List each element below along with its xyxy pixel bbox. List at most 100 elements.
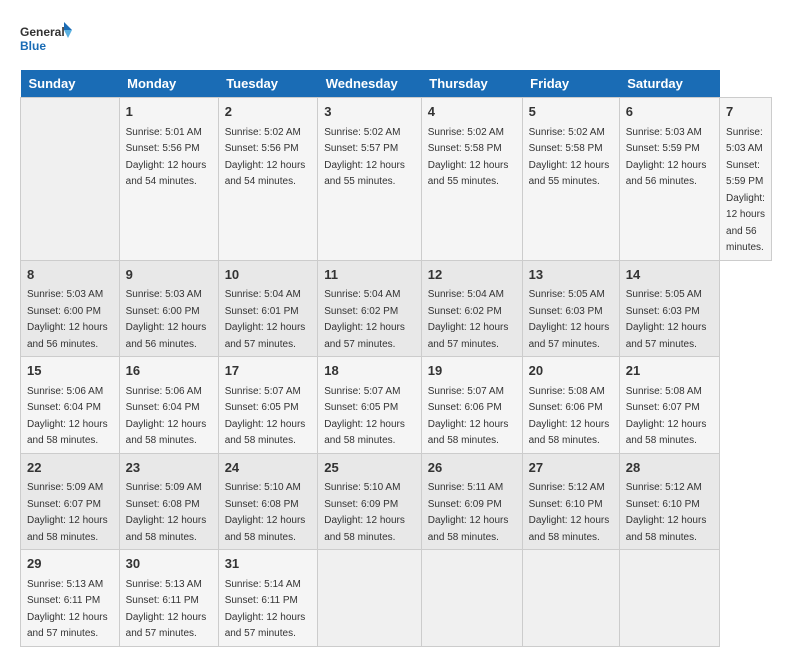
logo: General Blue: [20, 20, 75, 60]
sunrise-info: Sunrise: 5:03 AM: [626, 127, 702, 138]
day-number: 18: [324, 361, 415, 381]
sunrise-info: Sunrise: 5:05 AM: [529, 289, 605, 300]
sunrise-info: Sunrise: 5:02 AM: [225, 127, 301, 138]
sunset-info: Sunset: 5:57 PM: [324, 143, 398, 154]
daylight-info: Daylight: 12 hours: [27, 515, 108, 526]
sunrise-info: Sunrise: 5:07 AM: [428, 386, 504, 397]
calendar-cell: 24 Sunrise: 5:10 AM Sunset: 6:08 PM Dayl…: [218, 453, 318, 550]
sunset-info: Sunset: 6:02 PM: [324, 306, 398, 317]
daylight-info: Daylight: 12 hours: [225, 612, 306, 623]
calendar-cell: 31 Sunrise: 5:14 AM Sunset: 6:11 PM Dayl…: [218, 550, 318, 647]
weekday-header: Sunday: [21, 70, 120, 98]
calendar-body: 1 Sunrise: 5:01 AM Sunset: 5:56 PM Dayli…: [21, 98, 772, 647]
sunset-info: Sunset: 6:07 PM: [27, 499, 101, 510]
calendar-cell: 7 Sunrise: 5:03 AM Sunset: 5:59 PM Dayli…: [720, 98, 772, 261]
calendar-cell: 4 Sunrise: 5:02 AM Sunset: 5:58 PM Dayli…: [421, 98, 522, 261]
day-number: 19: [428, 361, 516, 381]
sunset-info: Sunset: 6:10 PM: [626, 499, 700, 510]
weekday-header: Friday: [522, 70, 619, 98]
calendar-table: SundayMondayTuesdayWednesdayThursdayFrid…: [20, 70, 772, 647]
sunrise-info: Sunrise: 5:03 AM: [126, 289, 202, 300]
calendar-week-row: 15 Sunrise: 5:06 AM Sunset: 6:04 PM Dayl…: [21, 357, 772, 454]
daylight-info: Daylight: 12 hours: [225, 160, 306, 171]
daylight-info: Daylight: 12 hours: [428, 322, 509, 333]
day-number: 6: [626, 102, 713, 122]
calendar-cell: 22 Sunrise: 5:09 AM Sunset: 6:07 PM Dayl…: [21, 453, 120, 550]
day-number: 21: [626, 361, 713, 381]
sunset-info: Sunset: 6:09 PM: [428, 499, 502, 510]
calendar-cell: 29 Sunrise: 5:13 AM Sunset: 6:11 PM Dayl…: [21, 550, 120, 647]
sunrise-info: Sunrise: 5:08 AM: [529, 386, 605, 397]
logo-svg: General Blue: [20, 20, 75, 60]
weekday-header: Wednesday: [318, 70, 422, 98]
daylight-minutes: and 58 minutes.: [626, 435, 697, 446]
day-number: 7: [726, 102, 765, 122]
sunset-info: Sunset: 6:06 PM: [529, 402, 603, 413]
calendar-cell: 13 Sunrise: 5:05 AM Sunset: 6:03 PM Dayl…: [522, 260, 619, 357]
daylight-info: Daylight: 12 hours: [225, 419, 306, 430]
sunrise-info: Sunrise: 5:14 AM: [225, 579, 301, 590]
day-number: 1: [126, 102, 212, 122]
daylight-minutes: and 58 minutes.: [126, 532, 197, 543]
sunrise-info: Sunrise: 5:05 AM: [626, 289, 702, 300]
sunrise-info: Sunrise: 5:08 AM: [626, 386, 702, 397]
daylight-minutes: and 58 minutes.: [225, 532, 296, 543]
day-number: 20: [529, 361, 613, 381]
day-number: 14: [626, 265, 713, 285]
header: General Blue: [20, 20, 772, 60]
daylight-minutes: and 57 minutes.: [428, 339, 499, 350]
sunrise-info: Sunrise: 5:09 AM: [27, 482, 103, 493]
sunset-info: Sunset: 5:56 PM: [225, 143, 299, 154]
daylight-minutes: and 56 minutes.: [27, 339, 98, 350]
svg-text:General: General: [20, 25, 65, 39]
daylight-minutes: and 58 minutes.: [626, 532, 697, 543]
weekday-header: Tuesday: [218, 70, 318, 98]
day-number: 29: [27, 554, 113, 574]
sunset-info: Sunset: 6:04 PM: [27, 402, 101, 413]
calendar-cell: 2 Sunrise: 5:02 AM Sunset: 5:56 PM Dayli…: [218, 98, 318, 261]
day-number: 16: [126, 361, 212, 381]
day-number: 11: [324, 265, 415, 285]
daylight-info: Daylight: 12 hours: [324, 419, 405, 430]
calendar-cell: 5 Sunrise: 5:02 AM Sunset: 5:58 PM Dayli…: [522, 98, 619, 261]
calendar-cell: 28 Sunrise: 5:12 AM Sunset: 6:10 PM Dayl…: [619, 453, 719, 550]
calendar-week-row: 29 Sunrise: 5:13 AM Sunset: 6:11 PM Dayl…: [21, 550, 772, 647]
daylight-info: Daylight: 12 hours: [626, 515, 707, 526]
day-number: 17: [225, 361, 312, 381]
daylight-minutes: and 57 minutes.: [27, 628, 98, 639]
daylight-minutes: and 54 minutes.: [126, 176, 197, 187]
sunrise-info: Sunrise: 5:06 AM: [126, 386, 202, 397]
day-number: 22: [27, 458, 113, 478]
daylight-info: Daylight: 12 hours: [126, 515, 207, 526]
daylight-minutes: and 57 minutes.: [626, 339, 697, 350]
daylight-minutes: and 58 minutes.: [27, 532, 98, 543]
sunset-info: Sunset: 6:08 PM: [126, 499, 200, 510]
daylight-minutes: and 58 minutes.: [428, 435, 499, 446]
daylight-info: Daylight: 12 hours: [626, 419, 707, 430]
calendar-cell: [21, 98, 120, 261]
day-number: 2: [225, 102, 312, 122]
calendar-header: SundayMondayTuesdayWednesdayThursdayFrid…: [21, 70, 772, 98]
calendar-cell: 30 Sunrise: 5:13 AM Sunset: 6:11 PM Dayl…: [119, 550, 218, 647]
header-row: SundayMondayTuesdayWednesdayThursdayFrid…: [21, 70, 772, 98]
day-number: 4: [428, 102, 516, 122]
daylight-minutes: and 58 minutes.: [529, 532, 600, 543]
sunset-info: Sunset: 5:56 PM: [126, 143, 200, 154]
sunrise-info: Sunrise: 5:02 AM: [324, 127, 400, 138]
sunset-info: Sunset: 6:00 PM: [126, 306, 200, 317]
calendar-cell: 15 Sunrise: 5:06 AM Sunset: 6:04 PM Dayl…: [21, 357, 120, 454]
daylight-minutes: and 58 minutes.: [529, 435, 600, 446]
calendar-cell: 21 Sunrise: 5:08 AM Sunset: 6:07 PM Dayl…: [619, 357, 719, 454]
sunrise-info: Sunrise: 5:02 AM: [428, 127, 504, 138]
daylight-info: Daylight: 12 hours: [529, 160, 610, 171]
daylight-info: Daylight: 12 hours: [428, 419, 509, 430]
calendar-cell: 9 Sunrise: 5:03 AM Sunset: 6:00 PM Dayli…: [119, 260, 218, 357]
daylight-info: Daylight: 12 hours: [126, 612, 207, 623]
day-number: 25: [324, 458, 415, 478]
sunset-info: Sunset: 6:01 PM: [225, 306, 299, 317]
daylight-info: Daylight: 12 hours: [626, 160, 707, 171]
calendar-cell: 14 Sunrise: 5:05 AM Sunset: 6:03 PM Dayl…: [619, 260, 719, 357]
daylight-info: Daylight: 12 hours: [324, 160, 405, 171]
day-number: 30: [126, 554, 212, 574]
daylight-minutes: and 58 minutes.: [225, 435, 296, 446]
